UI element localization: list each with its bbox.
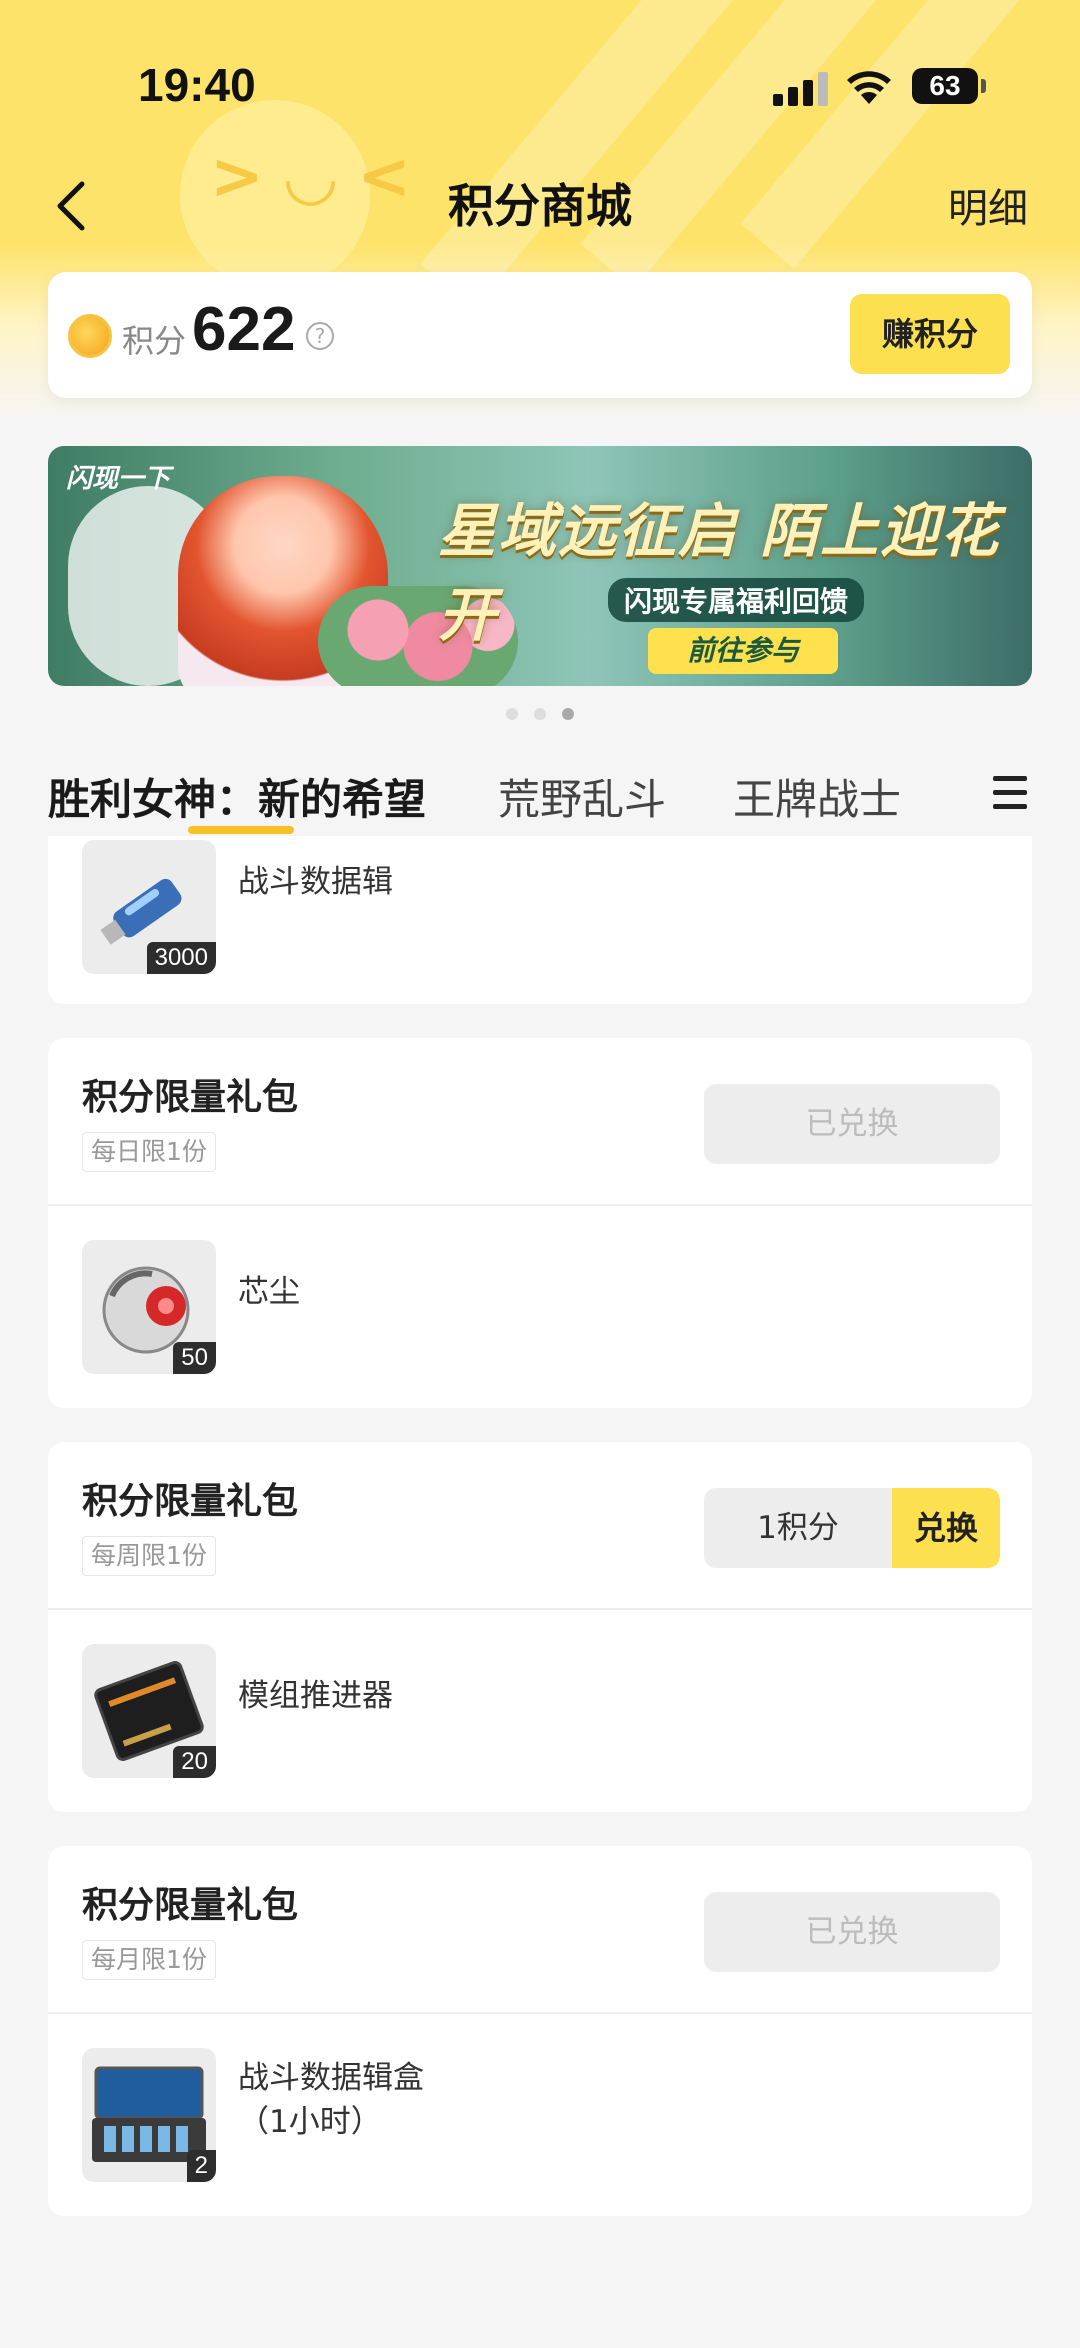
gift-card: 积分限量礼包 每周限1份 1积分 兑换 20 模组推进器 [48, 1442, 1032, 1812]
pagination-dot [534, 708, 546, 720]
gift-card-header: 积分限量礼包 每月限1份 已兑换 [48, 1846, 1032, 2014]
tab-ace-warriors[interactable]: 王牌战士 [733, 766, 901, 827]
gift-list[interactable]: 3000 战斗数据辑 积分限量礼包 每日限1份 已兑换 50 芯尘 积分限量礼包… [0, 836, 1080, 2348]
redeem-button[interactable]: 1积分 兑换 [704, 1488, 1000, 1568]
gift-card: 积分限量礼包 每日限1份 已兑换 50 芯尘 [48, 1038, 1032, 1408]
banner-pagination [0, 708, 1080, 720]
gift-title: 积分限量礼包 [82, 1077, 299, 1118]
list-item: 2 战斗数据辑盒 （1小时） [48, 2014, 1032, 2210]
wifi-icon [847, 71, 891, 104]
cellular-signal-icon [773, 72, 829, 106]
list-item: 50 芯尘 [48, 1206, 1032, 1402]
banner-logo: 闪现一下 [66, 464, 171, 494]
item-name-line1: 战斗数据辑盒 [238, 2060, 424, 2096]
list-item: 3000 战斗数据辑 [48, 836, 1032, 1004]
gift-card: 3000 战斗数据辑 [48, 836, 1032, 1004]
item-quantity: 3000 [146, 942, 216, 974]
item-name-line2: （1小时） [238, 2104, 382, 2140]
redeem-cost[interactable]: 1积分 [704, 1488, 892, 1568]
data-case-item-image: 2 [82, 2048, 216, 2182]
tab-brawl-stars[interactable]: 荒野乱斗 [498, 766, 666, 827]
item-quantity: 2 [186, 2150, 216, 2182]
redeemed-button: 已兑换 [704, 1084, 1000, 1164]
promo-banner[interactable]: 闪现一下 星域远征启 陌上迎花开 闪现专属福利回馈 前往参与 [48, 446, 1032, 686]
tab-nikke[interactable]: 胜利女神：新的希望 [48, 766, 426, 827]
redeem-label[interactable]: 兑换 [892, 1488, 1000, 1568]
limit-badge: 每日限1份 [82, 1132, 216, 1172]
gift-card-header: 积分限量礼包 每周限1份 1积分 兑换 [48, 1442, 1032, 1610]
limit-badge: 每周限1份 [82, 1536, 216, 1576]
coin-icon [68, 314, 112, 358]
item-name: 模组推进器 [238, 1678, 393, 1714]
banner-title: 星域远征启 陌上迎花开 [438, 497, 1001, 649]
page-title: 积分商城 [448, 179, 632, 233]
module-thruster-item-image: 20 [82, 1644, 216, 1778]
item-quantity: 20 [173, 1746, 216, 1778]
gift-card-header: 积分限量礼包 每日限1份 已兑换 [48, 1038, 1032, 1206]
gift-card: 积分限量礼包 每月限1份 已兑换 2 战斗数据辑盒 （1小时） [48, 1846, 1032, 2216]
redeemed-button: 已兑换 [704, 1892, 1000, 1972]
pagination-dot-active [562, 708, 574, 720]
banner-cta-button[interactable]: 前往参与 [648, 628, 838, 674]
menu-icon[interactable] [993, 776, 1027, 810]
status-time: 19:40 [138, 59, 256, 111]
item-name: 战斗数据辑盒 （1小时） [238, 2056, 424, 2144]
gift-title: 积分限量礼包 [82, 1885, 299, 1926]
usb-drive-item-image: 3000 [82, 840, 216, 974]
item-quantity: 50 [173, 1342, 216, 1374]
core-dust-item-image: 50 [82, 1240, 216, 1374]
gift-title: 积分限量礼包 [82, 1481, 299, 1522]
active-tab-indicator [188, 826, 294, 834]
earn-points-button[interactable]: 赚积分 [850, 294, 1010, 374]
help-icon[interactable]: ? [306, 322, 334, 350]
points-label: 积分 [122, 322, 187, 360]
detail-link[interactable]: 明细 [948, 176, 1028, 234]
game-tabs: 胜利女神：新的希望 荒野乱斗 王牌战士 [0, 752, 1080, 836]
points-card: 积分 622 ? 赚积分 [48, 272, 1032, 398]
limit-badge: 每月限1份 [82, 1940, 216, 1980]
battery-icon: 63 [912, 68, 986, 104]
nav-bar: 积分商城 明细 [0, 160, 1080, 250]
item-name: 战斗数据辑 [238, 864, 393, 900]
list-item: 20 模组推进器 [48, 1610, 1032, 1806]
pagination-dot [506, 708, 518, 720]
item-name: 芯尘 [238, 1274, 300, 1310]
status-bar: 19:40 63 [0, 0, 1080, 170]
banner-subtitle: 闪现专属福利回馈 [608, 578, 865, 622]
points-balance: 622 [192, 295, 296, 364]
